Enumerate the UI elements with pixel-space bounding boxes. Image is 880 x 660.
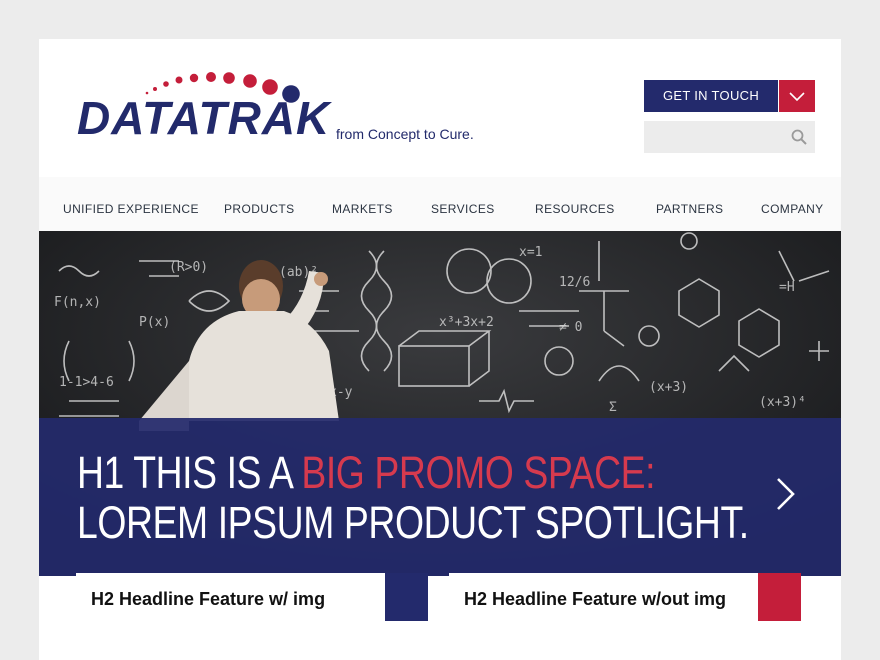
svg-text:(R>0): (R>0) xyxy=(169,260,208,275)
feature-card-without-img[interactable]: H2 Headline Feature w/out img xyxy=(449,573,801,621)
svg-text:(x+3)⁴: (x+3)⁴ xyxy=(759,395,806,410)
search-box xyxy=(644,121,815,153)
search-icon[interactable] xyxy=(791,129,807,145)
svg-text:F(n,x): F(n,x) xyxy=(54,295,101,310)
svg-text:12/6: 12/6 xyxy=(559,275,590,290)
nav-item-markets[interactable]: MARKETS xyxy=(332,177,393,231)
nav-item-partners[interactable]: PARTNERS xyxy=(656,177,723,231)
search-input[interactable] xyxy=(644,121,784,153)
chevron-right-icon[interactable] xyxy=(773,476,799,512)
datatrak-logo[interactable]: DATATRAK from Concept to Cure. xyxy=(77,71,477,151)
feature-card-with-img[interactable]: H2 Headline Feature w/ img xyxy=(76,573,428,621)
feature-card-accent xyxy=(385,573,428,621)
nav-item-unified-experience[interactable]: UNIFIED EXPERIENCE xyxy=(63,177,199,231)
page-container: DATATRAK from Concept to Cure. GET IN TO… xyxy=(39,39,841,660)
logo-tagline: from Concept to Cure. xyxy=(336,126,474,142)
nav-item-products[interactable]: PRODUCTS xyxy=(224,177,295,231)
svg-text:(x+3): (x+3) xyxy=(649,380,688,395)
svg-text:=H: =H xyxy=(779,280,795,295)
svg-text:Σ: Σ xyxy=(609,400,617,415)
site-header: DATATRAK from Concept to Cure. GET IN TO… xyxy=(39,39,841,177)
hero-banner[interactable]: F(n,x) P(x) +100% x=1 12/6 x³+3x+2 ≠ 0 (… xyxy=(39,231,841,576)
promo-line-1-prefix: H1 THIS IS A xyxy=(77,447,302,498)
svg-text:x³+3x+2: x³+3x+2 xyxy=(439,315,494,330)
promo-line-2: LOREM IPSUM PRODUCT SPOTLIGHT. xyxy=(77,497,749,548)
get-in-touch-dropdown-button[interactable] xyxy=(779,80,815,112)
svg-text:≠ 0: ≠ 0 xyxy=(559,320,582,335)
feature-card-title: H2 Headline Feature w/ img xyxy=(91,589,326,609)
promo-overlay: H1 THIS IS A BIG PROMO SPACE: LOREM IPSU… xyxy=(39,418,841,576)
feature-card-accent xyxy=(758,573,801,621)
nav-item-services[interactable]: SERVICES xyxy=(431,177,495,231)
get-in-touch-button[interactable]: GET IN TOUCH xyxy=(644,80,778,112)
nav-item-company[interactable]: COMPANY xyxy=(761,177,824,231)
logo-wordmark: DATATRAK xyxy=(77,92,331,144)
get-in-touch-group: GET IN TOUCH xyxy=(644,80,815,112)
promo-headline: H1 THIS IS A BIG PROMO SPACE: LOREM IPSU… xyxy=(77,448,749,548)
main-nav: UNIFIED EXPERIENCE PRODUCTS MARKETS SERV… xyxy=(39,177,841,231)
chevron-down-icon xyxy=(789,92,805,102)
svg-text:1-1>4-6: 1-1>4-6 xyxy=(59,375,114,390)
promo-line-1: H1 THIS IS A BIG PROMO SPACE: xyxy=(77,448,749,498)
svg-text:P(x): P(x) xyxy=(139,315,170,330)
svg-text:x=1: x=1 xyxy=(519,245,542,260)
feature-card-title: H2 Headline Feature w/out img xyxy=(464,589,727,609)
nav-item-resources[interactable]: RESOURCES xyxy=(535,177,615,231)
promo-line-1-highlight: BIG PROMO SPACE: xyxy=(301,447,656,498)
